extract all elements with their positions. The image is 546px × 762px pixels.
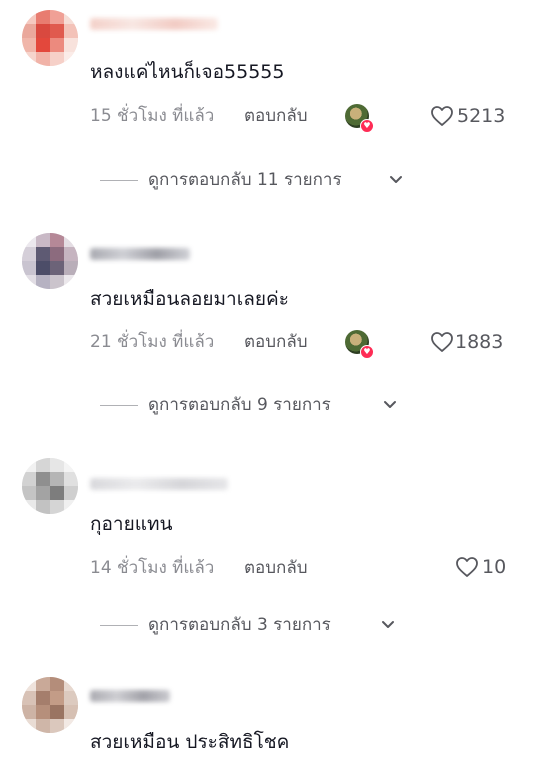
comment-text: สวยเหมือน ประสิทธิโชค bbox=[90, 731, 290, 753]
avatar[interactable] bbox=[22, 677, 78, 733]
username-blurred[interactable] bbox=[90, 690, 170, 702]
comment-item: สวยเหมือน ประสิทธิโชค bbox=[0, 0, 546, 762]
